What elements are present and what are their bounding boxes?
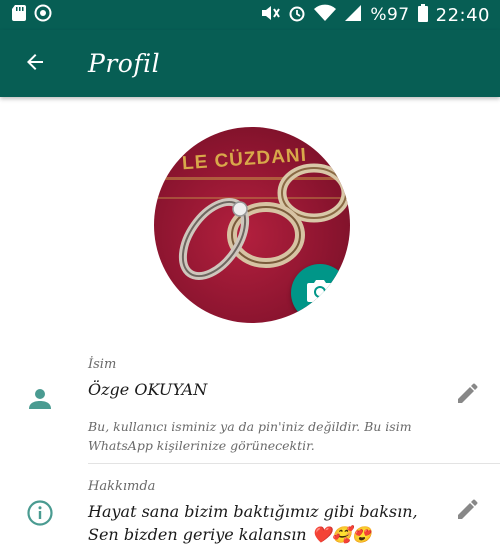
name-row[interactable]: İsim Özge OKUYAN Bu, kullanıcı isminiz y… [0,357,500,457]
signal-icon [344,4,362,26]
alarm-icon [288,4,306,26]
info-icon [26,499,54,527]
sd-card-icon [12,5,26,25]
status-bar: %97 22:40 [0,0,500,30]
about-value: Hayat sana bizim baktığımız gibi baksın,… [88,502,418,544]
battery-icon [417,4,428,26]
name-label: İsim [88,357,117,372]
app-bar: Profil [0,30,500,97]
pencil-icon [458,383,478,407]
sync-icon [34,4,52,26]
battery-percentage: %97 [370,5,410,25]
edit-name-button[interactable] [454,381,482,409]
arrow-left-icon [23,50,47,78]
profile-photo-area: LE CÜZDANI [154,127,350,323]
mute-icon [260,4,281,26]
back-button[interactable] [0,30,70,97]
about-label: Hakkımda [88,479,156,494]
page-title: Profil [88,49,161,78]
profile-photo[interactable]: LE CÜZDANI [154,127,350,323]
name-hint: Bu, kullanıcı isminiz ya da pin'iniz değ… [88,419,412,453]
wifi-icon [314,4,337,26]
clock: 22:40 [435,4,490,26]
name-value: Özge OKUYAN [88,380,208,399]
change-photo-button[interactable] [291,264,349,322]
pencil-icon [458,499,478,523]
section-divider [88,463,500,464]
person-icon [26,385,54,413]
edit-about-button[interactable] [454,497,482,525]
about-row[interactable]: Hakkımda Hayat sana bizim baktığımız gib… [0,479,500,551]
camera-icon [307,280,333,306]
